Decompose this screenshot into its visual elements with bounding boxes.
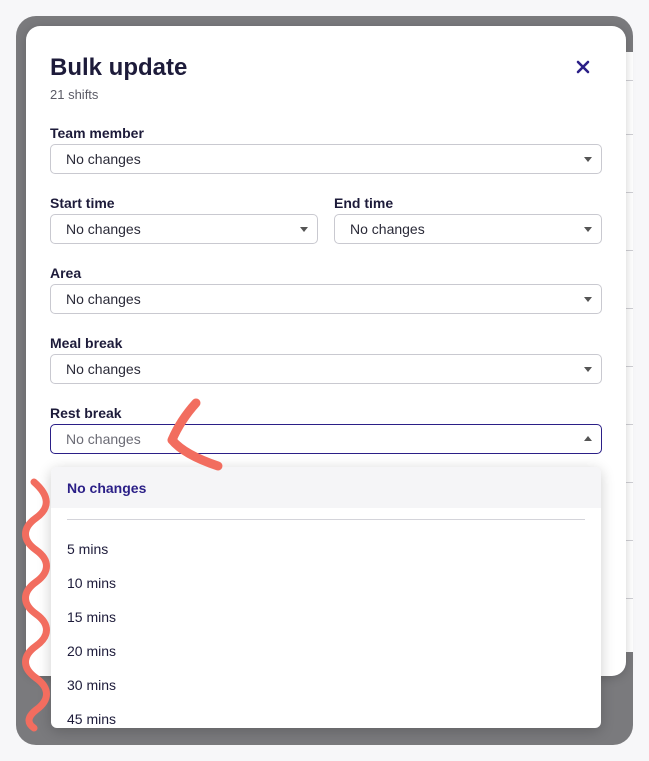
start-time-value: No changes xyxy=(66,221,141,237)
end-time-value: No changes xyxy=(350,221,425,237)
chevron-up-icon xyxy=(584,436,592,441)
rest-break-dropdown: No changes 5 mins 10 mins 15 mins 20 min… xyxy=(51,467,601,728)
area-label: Area xyxy=(50,265,82,281)
team-member-value: No changes xyxy=(66,151,141,167)
rest-break-label: Rest break xyxy=(50,405,122,421)
team-member-select[interactable]: No changes xyxy=(50,144,602,174)
modal-title: Bulk update xyxy=(50,54,188,81)
dropdown-option[interactable]: 45 mins xyxy=(51,702,601,728)
dropdown-divider xyxy=(67,519,585,520)
close-icon xyxy=(576,60,590,74)
end-time-select[interactable]: No changes xyxy=(334,214,602,244)
end-time-label: End time xyxy=(334,195,394,211)
dropdown-option[interactable]: 15 mins xyxy=(51,600,601,634)
meal-break-label: Meal break xyxy=(50,335,123,351)
dropdown-option[interactable]: 20 mins xyxy=(51,634,601,668)
chevron-down-icon xyxy=(300,227,308,232)
rest-break-select[interactable]: No changes xyxy=(50,424,602,454)
start-time-label: Start time xyxy=(50,195,115,211)
close-button[interactable] xyxy=(570,54,596,80)
chevron-down-icon xyxy=(584,157,592,162)
start-time-select[interactable]: No changes xyxy=(50,214,318,244)
dropdown-option-selected[interactable]: No changes xyxy=(51,467,601,508)
dropdown-option[interactable]: 30 mins xyxy=(51,668,601,702)
meal-break-select[interactable]: No changes xyxy=(50,354,602,384)
team-member-label: Team member xyxy=(50,125,144,141)
area-value: No changes xyxy=(66,291,141,307)
chevron-down-icon xyxy=(584,227,592,232)
rest-break-value: No changes xyxy=(66,431,141,447)
area-select[interactable]: No changes xyxy=(50,284,602,314)
chevron-down-icon xyxy=(584,297,592,302)
dropdown-option[interactable]: 10 mins xyxy=(51,566,601,600)
chevron-down-icon xyxy=(584,367,592,372)
modal-subtitle: 21 shifts xyxy=(50,87,99,102)
meal-break-value: No changes xyxy=(66,361,141,377)
dropdown-option[interactable]: 5 mins xyxy=(51,532,601,566)
